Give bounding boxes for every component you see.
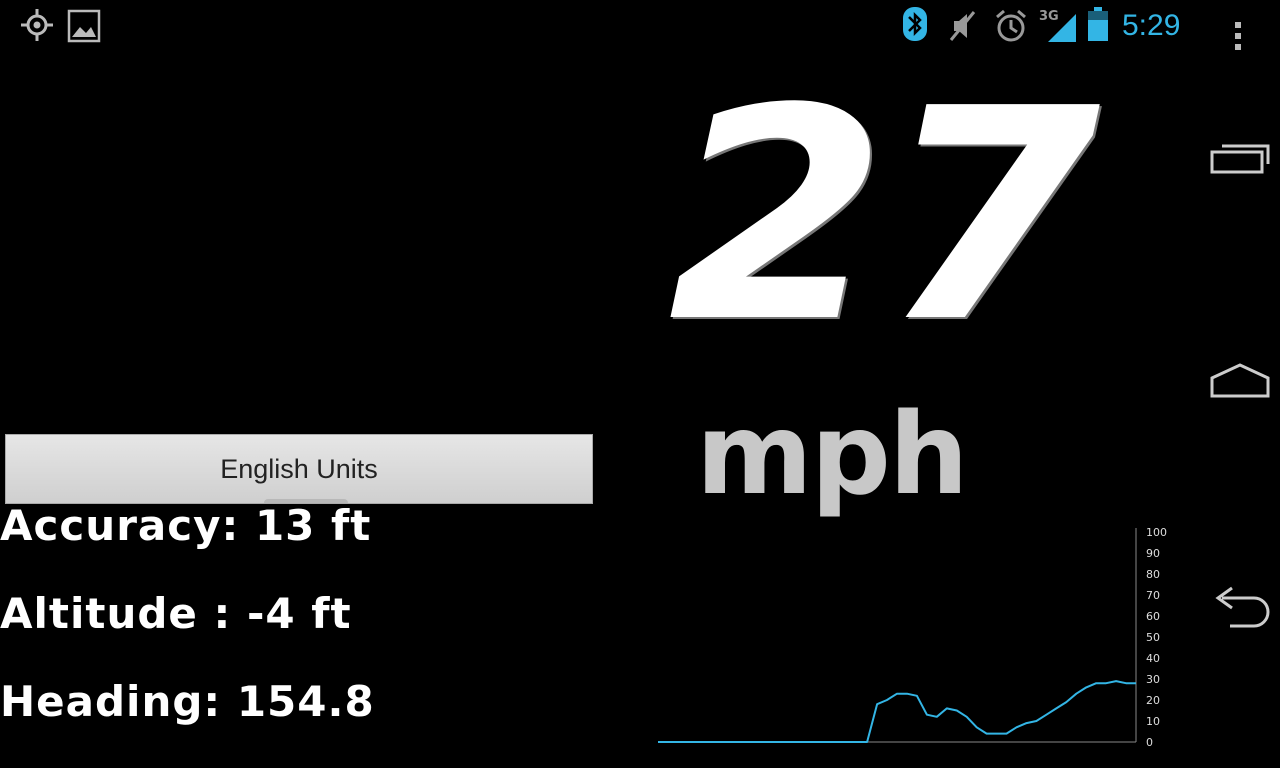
status-clock: 5:29 [1122,9,1181,42]
gallery-icon [66,8,102,48]
units-toggle-button[interactable]: English Units [5,434,593,504]
chart-y-tick-label: 70 [1146,589,1160,602]
units-button-label: English Units [220,453,378,484]
chart-speed-line [658,680,1136,743]
chart-y-tick-label: 60 [1146,610,1160,623]
network-label: 3G [1039,9,1059,24]
gps-icon [20,8,54,46]
altitude-readout: Altitude : -4 ft [0,589,352,638]
chart-y-tick-label: 10 [1146,715,1160,728]
chart-y-tick-label: 40 [1146,652,1160,665]
battery-icon [1086,6,1110,46]
heading-readout: Heading: 154.8 [0,677,375,726]
signal-3g-icon: 3G [1038,6,1078,48]
mute-icon [948,8,978,48]
speed-unit: mph [696,390,969,520]
chart-y-tick-label: 30 [1146,673,1160,686]
chart-y-tick-label: 80 [1146,568,1160,581]
bluetooth-icon [902,6,928,46]
chart-y-tick-label: 0 [1146,736,1153,749]
accuracy-readout: Accuracy: 13 ft [0,501,372,550]
speed-history-chart: 0 10 20 30 40 50 60 70 80 90 100 [658,526,1167,749]
back-icon[interactable] [1208,582,1272,638]
chart-y-tick-label: 50 [1146,631,1160,644]
speed-value: 27 [668,46,1100,386]
status-bar: 3G 5:29 [0,0,1200,52]
alarm-icon [994,8,1028,48]
chart-y-tick-label: 20 [1146,694,1160,707]
chart-y-tick-label: 90 [1146,547,1160,560]
chart-y-tick-label: 100 [1146,526,1167,539]
